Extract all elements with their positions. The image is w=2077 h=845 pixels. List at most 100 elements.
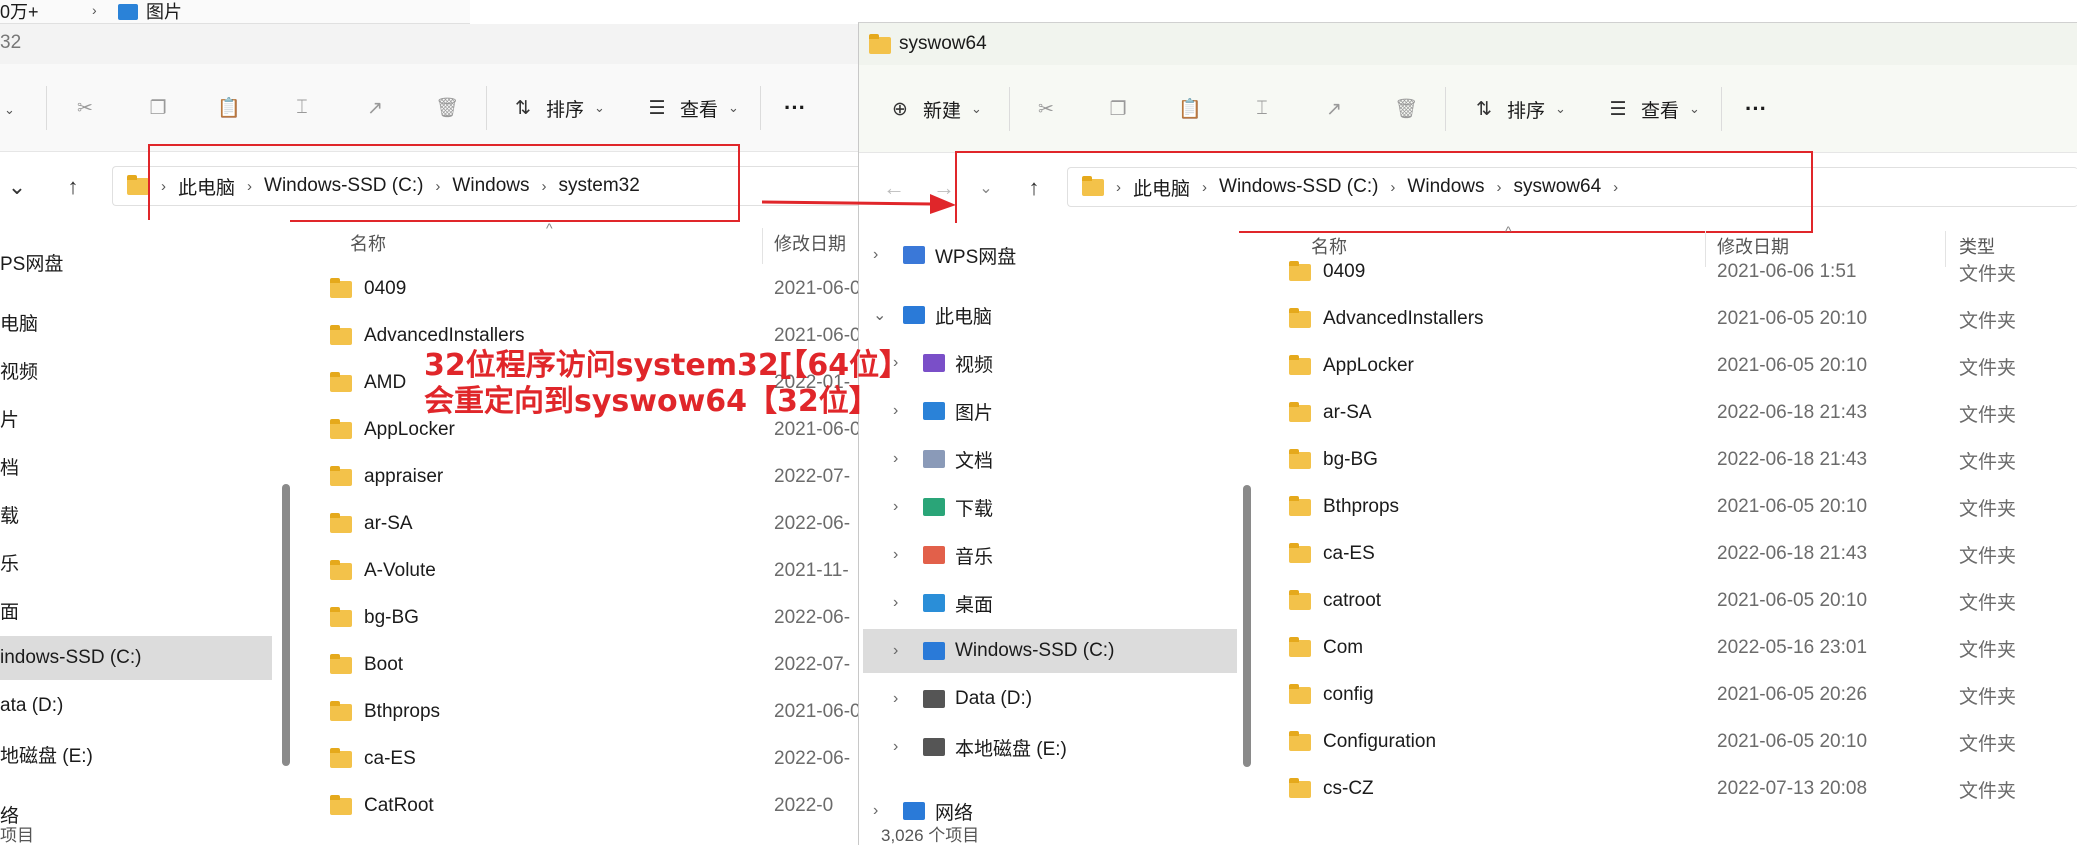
sidebar-item-label: 本地磁盘 (E:) bbox=[955, 738, 1067, 760]
cut-icon: ✂ bbox=[1038, 98, 1054, 120]
sort-button[interactable]: ⇅ 排序 ⌄ bbox=[510, 92, 605, 124]
paste-button[interactable]: 📋 bbox=[1177, 93, 1203, 125]
column-header-date[interactable]: 修改日期 bbox=[774, 230, 846, 256]
more-button[interactable]: ··· bbox=[784, 92, 806, 124]
file-name: Boot bbox=[364, 654, 404, 675]
sidebar-item-this-pc[interactable]: 电脑 bbox=[0, 300, 38, 344]
sidebar-item[interactable]: › 音乐 bbox=[859, 533, 993, 577]
rename-icon: ⌶ bbox=[1256, 98, 1268, 119]
table-row[interactable]: ca-ES 2022-06-18 21:43 文件夹 bbox=[1289, 531, 2077, 577]
sidebar-item-desktop[interactable]: 面 bbox=[0, 588, 19, 632]
file-date: 2021-06-06 1:51 bbox=[1717, 261, 1857, 282]
table-row[interactable]: bg-BG 2022-06-18 21:43 文件夹 bbox=[1289, 437, 2077, 483]
chevron-right-icon[interactable]: › bbox=[873, 246, 893, 264]
table-row[interactable]: AppLocker 2021-06-05 20:10 文件夹 bbox=[1289, 343, 2077, 389]
table-row[interactable]: ca-ES 2022-06- bbox=[330, 736, 862, 782]
sidebar-item-wps[interactable]: PS网盘 bbox=[0, 240, 63, 284]
paste-button[interactable]: 📋 bbox=[216, 92, 242, 124]
rename-button[interactable]: ⌶ bbox=[289, 92, 315, 124]
file-name: A-Volute bbox=[364, 560, 436, 581]
table-row[interactable]: ar-SA 2022-06- bbox=[330, 501, 862, 547]
cut-button[interactable]: ✂ bbox=[72, 92, 98, 124]
recent-dropdown-icon[interactable]: ⌄ bbox=[0, 170, 34, 204]
sidebar-item-documents[interactable]: 档 bbox=[0, 444, 19, 488]
sidebar-scrollbar[interactable] bbox=[1243, 485, 1251, 767]
sidebar-item[interactable]: › 文档 bbox=[859, 437, 993, 481]
chevron-right-icon[interactable]: › bbox=[893, 690, 913, 708]
sort-button[interactable]: ⇅ 排序 ⌄ bbox=[1471, 93, 1566, 125]
sidebar-item-label: 音乐 bbox=[955, 546, 994, 568]
chevron-right-icon[interactable]: › bbox=[893, 498, 913, 516]
table-row[interactable]: AdvancedInstallers 2021-06-05 20:10 文件夹 bbox=[1289, 296, 2077, 342]
view-button[interactable]: ☰ 查看 ⌄ bbox=[644, 92, 738, 124]
chevron-right-icon[interactable]: › bbox=[893, 594, 913, 612]
file-type: 文件夹 bbox=[1959, 780, 2017, 802]
copy-button[interactable]: ❐ bbox=[1105, 93, 1131, 125]
file-type: 文件夹 bbox=[1959, 733, 2017, 755]
table-row[interactable]: 0409 2021-06-0 bbox=[330, 266, 862, 312]
table-row[interactable]: 0409 2021-06-06 1:51 文件夹 bbox=[1289, 249, 2077, 295]
table-row[interactable]: config 2021-06-05 20:26 文件夹 bbox=[1289, 672, 2077, 718]
sidebar-item-downloads[interactable]: 载 bbox=[0, 492, 19, 536]
table-row[interactable]: appraiser 2022-07- bbox=[330, 454, 862, 500]
new-button[interactable]: ⊕ 新建 ⌄ bbox=[887, 93, 982, 125]
file-name: ar-SA bbox=[364, 513, 413, 534]
share-button[interactable]: ↗ bbox=[1321, 93, 1347, 125]
sidebar-item-drive-e[interactable]: 地磁盘 (E:) bbox=[0, 732, 93, 776]
cut-button[interactable]: ✂ bbox=[1033, 93, 1059, 125]
sidebar-item[interactable]: ⌄ 此电脑 bbox=[859, 293, 992, 337]
sidebar-item[interactable]: › 桌面 bbox=[859, 581, 993, 625]
status-bar: 3,026 个项目 bbox=[881, 826, 980, 845]
table-row[interactable]: Configuration 2021-06-05 20:10 文件夹 bbox=[1289, 719, 2077, 765]
copy-button[interactable]: ❐ bbox=[145, 92, 171, 124]
table-row[interactable]: bg-BG 2022-06- bbox=[330, 595, 862, 641]
sidebar-item[interactable]: › 本地磁盘 (E:) bbox=[859, 725, 1067, 769]
chevron-right-icon[interactable]: › bbox=[893, 546, 913, 564]
table-row[interactable]: CatRoot 2022-0 bbox=[330, 783, 862, 829]
chevron-right-icon[interactable]: › bbox=[893, 738, 913, 756]
chevron-down-icon: ⌄ bbox=[1555, 101, 1566, 116]
view-button[interactable]: ☰ 查看 ⌄ bbox=[1605, 93, 1699, 125]
chevron-right-icon[interactable]: › bbox=[893, 450, 913, 468]
folder-icon bbox=[1289, 495, 1311, 516]
file-name: catroot bbox=[1323, 590, 1382, 611]
file-name: AppLocker bbox=[1323, 355, 1414, 376]
sidebar-item[interactable]: › Windows-SSD (C:) bbox=[863, 629, 1237, 673]
chevron-down-icon[interactable]: ⌄ bbox=[4, 102, 15, 118]
rename-button[interactable]: ⌶ bbox=[1249, 93, 1275, 125]
delete-button[interactable]: 🗑 bbox=[434, 92, 460, 124]
share-button[interactable]: ↗ bbox=[362, 92, 388, 124]
table-row[interactable]: ar-SA 2022-06-18 21:43 文件夹 bbox=[1289, 390, 2077, 436]
sidebar-item-drive-d[interactable]: ata (D:) bbox=[0, 684, 63, 728]
file-name: 0409 bbox=[1323, 261, 1366, 282]
table-row[interactable]: Bthprops 2021-06-0 bbox=[330, 689, 862, 735]
chevron-down-icon: ⌄ bbox=[971, 101, 982, 116]
sidebar-item-drive-c[interactable]: indows-SSD (C:) bbox=[0, 636, 272, 680]
sidebar-item[interactable]: › 下载 bbox=[859, 485, 993, 529]
toolbar-divider bbox=[486, 86, 487, 130]
sidebar-scrollbar[interactable] bbox=[282, 484, 290, 766]
table-row[interactable]: cs-CZ 2022-07-13 20:08 文件夹 bbox=[1289, 766, 2077, 812]
column-header-name[interactable]: 名称 bbox=[350, 230, 386, 256]
delete-button[interactable]: 🗑 bbox=[1393, 93, 1419, 125]
folder-icon bbox=[330, 747, 352, 768]
sidebar-item-pictures[interactable]: 片 bbox=[0, 396, 19, 440]
file-list: 名称 ^ 修改日期 0409 2021-06-0 AdvancedInstaller… bbox=[300, 220, 862, 845]
up-arrow-icon[interactable]: ↑ bbox=[56, 170, 90, 204]
table-row[interactable]: catroot 2021-06-05 20:10 文件夹 bbox=[1289, 578, 2077, 624]
sidebar-item-music[interactable]: 乐 bbox=[0, 540, 19, 584]
table-row[interactable]: Bthprops 2021-06-05 20:10 文件夹 bbox=[1289, 484, 2077, 530]
chevron-down-icon[interactable]: ⌄ bbox=[873, 305, 893, 325]
sidebar-item[interactable]: › WPS网盘 bbox=[859, 233, 1016, 277]
sidebar-item[interactable]: › Data (D:) bbox=[859, 677, 1032, 721]
table-row[interactable]: Com 2022-05-16 23:01 文件夹 bbox=[1289, 625, 2077, 671]
table-row[interactable]: A-Volute 2021-11- bbox=[330, 548, 862, 594]
column-divider[interactable] bbox=[762, 228, 763, 264]
sidebar-item-videos[interactable]: 视频 bbox=[0, 348, 38, 392]
table-row[interactable]: Boot 2022-07- bbox=[330, 642, 862, 688]
file-date: 2022-06-18 21:43 bbox=[1717, 449, 1868, 470]
more-button[interactable]: ··· bbox=[1745, 93, 1767, 125]
window-title: syswow64 bbox=[899, 33, 987, 54]
chevron-right-icon[interactable]: › bbox=[873, 802, 893, 820]
chevron-right-icon[interactable]: › bbox=[893, 642, 913, 660]
